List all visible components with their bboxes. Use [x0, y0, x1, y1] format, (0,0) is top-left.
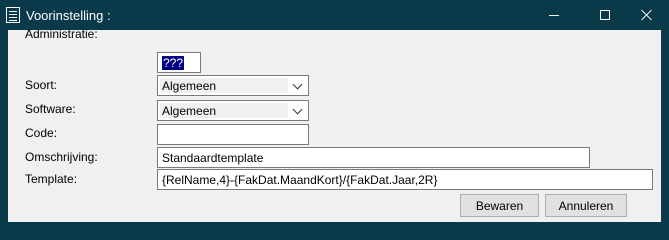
- save-button[interactable]: Bewaren: [460, 194, 539, 217]
- omschrijving-field[interactable]: Standaardtemplate: [157, 147, 590, 168]
- close-icon: [641, 9, 653, 21]
- minimize-icon: [549, 14, 559, 16]
- code-field[interactable]: [157, 124, 309, 145]
- maximize-icon: [600, 10, 610, 20]
- administratie-value: ???: [162, 56, 185, 70]
- window-title: Voorinstelling :: [26, 8, 111, 23]
- code-label: Code:: [25, 126, 58, 140]
- soort-value: Algemeen: [160, 78, 288, 93]
- close-button[interactable]: [624, 0, 669, 30]
- software-value: Algemeen: [160, 103, 288, 118]
- minimize-button[interactable]: [531, 0, 577, 30]
- template-label: Template:: [25, 172, 78, 186]
- chevron-down-icon: [292, 104, 303, 115]
- template-field[interactable]: {RelName,4}-{FakDat.MaandKort}/{FakDat.J…: [157, 169, 653, 190]
- soort-select[interactable]: Algemeen: [157, 75, 309, 96]
- soort-label: Soort:: [25, 78, 58, 92]
- chevron-down-icon: [292, 79, 303, 90]
- software-select[interactable]: Algemeen: [157, 100, 309, 121]
- omschrijving-label: Omschrijving:: [25, 150, 98, 164]
- title-bar[interactable]: Voorinstelling :: [0, 0, 669, 30]
- software-label: Software:: [25, 102, 76, 116]
- cancel-button[interactable]: Annuleren: [545, 194, 627, 217]
- administratie-label-text: Administratie:: [25, 27, 98, 41]
- maximize-button[interactable]: [582, 0, 628, 30]
- document-icon: [6, 7, 20, 23]
- administratie-field[interactable]: ???: [157, 52, 201, 73]
